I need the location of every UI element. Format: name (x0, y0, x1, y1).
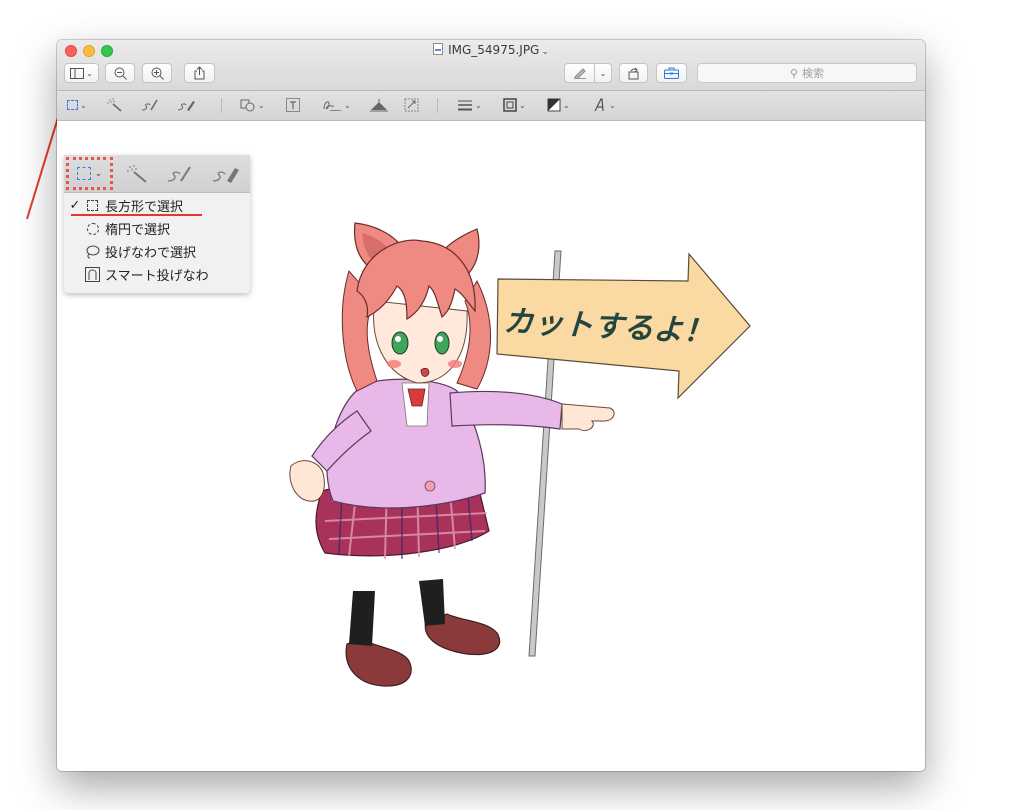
document-icon (433, 43, 444, 55)
share-button[interactable] (184, 63, 215, 83)
zoom-in-icon (151, 67, 164, 80)
search-field[interactable]: ⚲ 検索 (697, 63, 917, 83)
instant-alpha-button[interactable] (126, 164, 148, 188)
sign-button[interactable]: ⌄ (322, 97, 351, 113)
checkmark-icon: ✓ (69, 198, 81, 213)
chevron-down-icon: ⌄ (94, 168, 103, 179)
adjust-size-icon (404, 98, 419, 112)
chevron-down-icon: ⌄ (475, 100, 482, 110)
draw-button[interactable] (212, 164, 242, 188)
adjust-color-button[interactable] (370, 97, 388, 113)
menu-item-lasso-selection[interactable]: 投げなわで選択 (64, 240, 250, 263)
search-icon: ⚲ (789, 66, 799, 80)
chevron-down-icon: ⌄ (258, 100, 265, 110)
sign-icon (323, 101, 341, 111)
annotation-underline (71, 214, 202, 216)
sketch-button[interactable] (141, 97, 159, 113)
rotate-icon (628, 67, 639, 79)
shape-style-icon (458, 100, 472, 111)
sidebar-toggle-icon (70, 67, 85, 79)
zoom-out-icon (114, 67, 127, 80)
chevron-down-icon: ⌄ (599, 68, 607, 78)
sketch-icon (167, 166, 191, 182)
annotation-line-left (26, 110, 61, 220)
instant-alpha-button[interactable] (107, 97, 123, 113)
text-button[interactable] (286, 97, 300, 113)
ellipse-select-icon (85, 221, 100, 236)
rectangular-selection-icon (67, 100, 78, 110)
markup-toolbar: ⌄ ⌄ ⌄ ⌄ ⌄ ⌄ ⌄ (57, 91, 925, 121)
chevron-down-icon: ⌄ (519, 100, 526, 110)
selection-tool-menu: ⌄ ✓ 長方形で選択 楕円で選択 投げなわで選択 スマート投げなわ (64, 155, 250, 293)
markup-pen-icon (573, 68, 586, 79)
menu-item-elliptical-selection[interactable]: 楕円で選択 (64, 217, 250, 240)
window-title[interactable]: IMG_54975.JPG ⌄ (57, 43, 925, 57)
draw-icon (212, 168, 239, 183)
draw-button[interactable] (177, 97, 197, 113)
markup-toolbar-button[interactable] (656, 63, 687, 83)
sketch-button[interactable] (167, 164, 193, 188)
chevron-down-icon: ⌄ (541, 47, 549, 57)
popup-toolbar: ⌄ (64, 155, 250, 193)
text-style-button[interactable]: ⌄ (593, 97, 616, 113)
fill-color-icon (547, 98, 561, 112)
rectangle-select-icon (85, 198, 100, 213)
adjust-size-button[interactable] (404, 97, 419, 113)
text-style-icon (594, 98, 604, 112)
menu-item-smart-lasso[interactable]: スマート投げなわ (64, 263, 250, 286)
toolbox-icon (664, 67, 679, 79)
adjust-color-icon (370, 98, 388, 111)
toolbar-divider (437, 98, 438, 113)
title-bar: IMG_54975.JPG ⌄ ⌄ ⌄ ⚲ 検索 (57, 40, 925, 91)
search-placeholder: 検索 (802, 67, 825, 80)
border-color-icon (503, 98, 517, 112)
preview-window: IMG_54975.JPG ⌄ ⌄ ⌄ ⚲ 検索 ⌄ ⌄ ⌄ ⌄ ⌄ ⌄ ⌄ カ… (57, 40, 925, 771)
chevron-down-icon: ⌄ (563, 100, 570, 110)
fill-color-button[interactable]: ⌄ (547, 97, 570, 113)
selection-tool-button-highlighted[interactable]: ⌄ (66, 157, 113, 190)
chevron-down-icon: ⌄ (344, 100, 351, 110)
zoom-in-button[interactable] (142, 63, 172, 83)
selection-tool-button[interactable]: ⌄ (67, 97, 87, 113)
sketch-icon (141, 99, 158, 111)
shapes-icon (240, 99, 255, 112)
chevron-down-icon: ⌄ (86, 68, 93, 78)
border-color-button[interactable]: ⌄ (503, 97, 526, 113)
share-icon (194, 66, 205, 80)
lasso-select-icon (85, 244, 100, 259)
text-icon (286, 98, 300, 112)
shapes-button[interactable]: ⌄ (240, 97, 265, 113)
instant-alpha-icon (107, 98, 122, 112)
zoom-out-button[interactable] (105, 63, 135, 83)
markup-pen-button[interactable]: ⌄ (564, 63, 612, 83)
smart-lasso-icon (85, 267, 100, 282)
shape-style-button[interactable]: ⌄ (457, 97, 482, 113)
chevron-down-icon: ⌄ (609, 100, 616, 110)
draw-icon (177, 101, 195, 111)
chevron-down-icon: ⌄ (80, 100, 87, 110)
sidebar-button[interactable]: ⌄ (64, 63, 99, 83)
toolbar-divider (221, 98, 222, 113)
instant-alpha-icon (127, 165, 147, 183)
rotate-button[interactable] (619, 63, 648, 83)
rectangular-selection-icon (76, 167, 91, 180)
